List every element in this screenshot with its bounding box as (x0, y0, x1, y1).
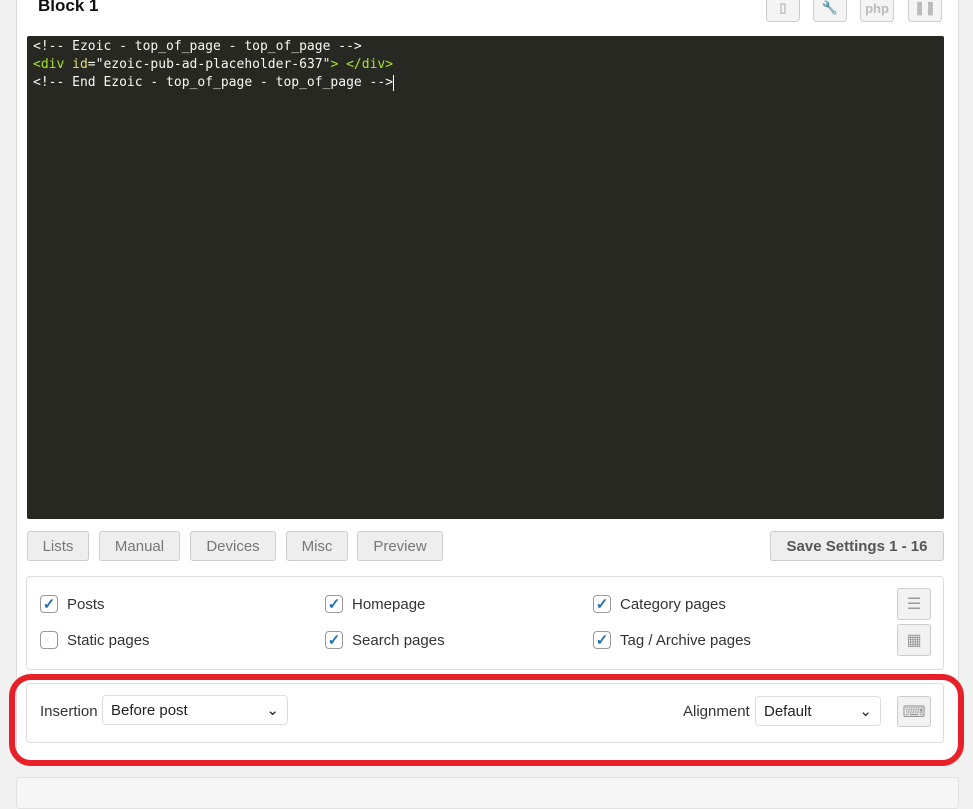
checkbox-homepage[interactable]: ✓ Homepage (325, 595, 425, 613)
alignment-label: Alignment (683, 703, 750, 720)
code-line: <!-- End Ezoic - top_of_page - top_of_pa… (33, 74, 395, 91)
chevron-down-icon: ⌄ (859, 703, 872, 720)
next-panel (16, 777, 959, 809)
checkbox[interactable]: ✓ (325, 595, 343, 613)
tab-manual[interactable]: Manual (99, 531, 180, 561)
pause-icon[interactable]: ❚❚ (908, 0, 942, 22)
checkbox[interactable]: ✓ (593, 631, 611, 649)
tab-misc[interactable]: Misc (286, 531, 348, 561)
code-line: <!-- Ezoic - top_of_page - top_of_page -… (33, 39, 362, 54)
php-label: php (865, 0, 889, 16)
device-icon[interactable]: ▯ (766, 0, 800, 22)
insertion-select[interactable]: Before post ⌄ (102, 695, 288, 725)
insertion-label: Insertion (40, 703, 98, 720)
tab-devices[interactable]: Devices (190, 531, 276, 561)
checkbox[interactable]: ✓ (593, 595, 611, 613)
save-settings-button[interactable]: Save Settings 1 - 16 (770, 531, 944, 561)
chevron-down-icon: ⌄ (266, 702, 279, 719)
checkbox[interactable]: ✓ (325, 631, 343, 649)
checkbox-posts[interactable]: ✓ Posts (40, 595, 105, 613)
block-title: Block 1 (38, 0, 99, 15)
text-cursor (393, 74, 395, 91)
alignment-select[interactable]: Default ⌄ (755, 696, 881, 726)
checkbox[interactable]: ✓ (40, 595, 58, 613)
checkbox[interactable] (40, 631, 58, 649)
keyboard-icon[interactable]: ⌨ (897, 696, 931, 727)
checkbox-tag-archive-pages[interactable]: ✓ Tag / Archive pages (593, 631, 751, 649)
checkbox-static-pages[interactable]: Static pages (40, 631, 150, 649)
wrench-icon[interactable]: 🔧 (813, 0, 847, 22)
tab-lists[interactable]: Lists (27, 531, 89, 561)
code-editor[interactable]: <!-- Ezoic - top_of_page - top_of_page -… (27, 36, 944, 519)
grid-icon[interactable]: ▦ (897, 624, 931, 656)
list-icon[interactable]: ☰ (897, 588, 931, 620)
tab-preview[interactable]: Preview (357, 531, 443, 561)
checkbox-search-pages[interactable]: ✓ Search pages (325, 631, 445, 649)
code-line: <div id="ezoic-pub-ad-placeholder-637"> … (33, 57, 394, 72)
checkbox-category-pages[interactable]: ✓ Category pages (593, 595, 726, 613)
page-types-panel (26, 576, 944, 670)
php-icon[interactable]: php (860, 0, 894, 22)
